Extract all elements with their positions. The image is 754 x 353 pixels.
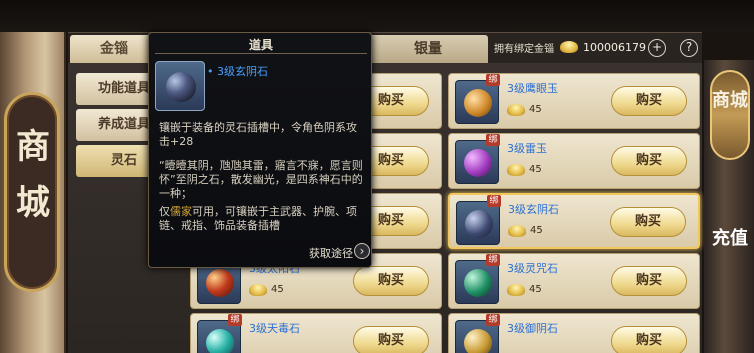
- item-price: 45: [529, 164, 542, 175]
- item-price: 45: [529, 284, 542, 295]
- bind-badge: 绑: [487, 195, 501, 207]
- gold-ingot-icon: [560, 41, 578, 53]
- spirit-curse-stone-icon: [464, 269, 492, 297]
- item-slot: [455, 80, 499, 124]
- tooltip-divider: [155, 53, 367, 54]
- game-shop-screen: 商 城 金锱 银量 拥有绑定金锱 100006179 + ? 功能道具 养成道具…: [0, 0, 754, 353]
- owned-currency-value: 100006179: [583, 41, 646, 54]
- item-card[interactable]: 绑 3级灵咒石 45 购买: [448, 253, 700, 309]
- item-card[interactable]: 绑 3级雷玉 45 购买: [448, 133, 700, 189]
- tooltip-item-slot: [155, 61, 205, 111]
- guard-yin-stone-icon: [464, 329, 492, 353]
- item-name: 3级天毒石: [249, 322, 300, 335]
- bind-badge: 绑: [486, 314, 500, 326]
- dark-yin-stone-icon: [166, 72, 196, 102]
- bind-badge: 绑: [486, 74, 500, 86]
- get-source-link[interactable]: 获取途径: [309, 245, 353, 261]
- item-slot: [455, 260, 499, 304]
- right-side-menu: 商城 充值: [704, 60, 754, 353]
- item-price: 45: [529, 104, 542, 115]
- item-card[interactable]: 绑 3级鹰眼玉 45 购买: [448, 73, 700, 129]
- gold-ingot-icon: [507, 284, 525, 296]
- top-dark-bar: [0, 0, 754, 32]
- shop-side-button[interactable]: 商城: [710, 70, 750, 160]
- left-scroll-banner: 商 城: [0, 32, 66, 353]
- dark-yin-stone-icon: [465, 210, 493, 238]
- buy-button[interactable]: 购买: [611, 86, 687, 116]
- item-card[interactable]: 绑 3级天毒石 购买: [190, 313, 442, 353]
- usage-class: 儒家: [170, 205, 192, 218]
- gold-ingot-icon: [508, 225, 526, 237]
- item-card-selected[interactable]: 绑 3级玄阴石 45 购买: [448, 193, 700, 249]
- item-price: 45: [271, 284, 284, 295]
- sun-stone-icon: [206, 269, 234, 297]
- tooltip-title: 道具: [248, 38, 273, 52]
- owned-currency-label: 拥有绑定金锱: [494, 44, 554, 55]
- usage-prefix: 仅: [159, 205, 170, 218]
- item-tooltip: 道具 • 3级玄阴石 镶嵌于装备的灵石插槽中，令角色阴系攻击+28 “曀曀其阴，…: [148, 32, 372, 268]
- bind-badge: 绑: [486, 254, 500, 266]
- item-name: 3级灵咒石: [507, 262, 558, 275]
- poison-stone-icon: [206, 329, 234, 353]
- tab-silver[interactable]: 银量: [368, 35, 488, 63]
- gold-ingot-icon: [249, 284, 267, 296]
- item-price: 45: [530, 225, 543, 236]
- buy-button[interactable]: 购买: [611, 266, 687, 296]
- add-currency-button[interactable]: +: [648, 39, 666, 57]
- eagle-eye-jade-icon: [464, 89, 492, 117]
- gold-ingot-icon: [507, 104, 525, 116]
- buy-button[interactable]: 购买: [353, 266, 429, 296]
- left-title-char: 商: [16, 127, 50, 167]
- recharge-side-button[interactable]: 充值: [710, 220, 750, 290]
- item-name: 3级雷玉: [507, 142, 547, 155]
- item-name: 3级玄阴石: [508, 203, 559, 216]
- bind-badge: 绑: [486, 134, 500, 146]
- gold-ingot-icon: [507, 164, 525, 176]
- tooltip-usage: 仅儒家可用，可镶嵌于主武器、护腕、项链、戒指、饰品装备插槽: [159, 205, 365, 233]
- item-slot: [456, 201, 500, 245]
- left-title-char: 城: [16, 183, 50, 223]
- item-slot: [455, 140, 499, 184]
- tooltip-lore: “曀曀其阴，虺虺其雷，寤言不寐，愿言则怀”至阴之石，散发幽光，是四系神石中的一种…: [159, 159, 363, 200]
- item-name: 3级御阴石: [507, 322, 558, 335]
- thunder-jade-icon: [464, 149, 492, 177]
- item-card[interactable]: 绑 3级御阴石 购买: [448, 313, 700, 353]
- buy-button[interactable]: 购买: [611, 326, 687, 353]
- tab-gold[interactable]: 金锱: [70, 35, 158, 63]
- buy-button[interactable]: 购买: [610, 207, 686, 237]
- buy-button[interactable]: 购买: [353, 326, 429, 353]
- bind-badge: 绑: [228, 314, 242, 326]
- buy-button[interactable]: 购买: [611, 146, 687, 176]
- chevron-right-icon[interactable]: ›: [354, 243, 370, 259]
- item-name: 3级鹰眼玉: [507, 82, 558, 95]
- help-button[interactable]: ?: [680, 39, 698, 57]
- tooltip-item-name: • 3级玄阴石: [207, 65, 268, 78]
- tooltip-description: 镶嵌于装备的灵石插槽中，令角色阴系攻击+28: [159, 121, 357, 148]
